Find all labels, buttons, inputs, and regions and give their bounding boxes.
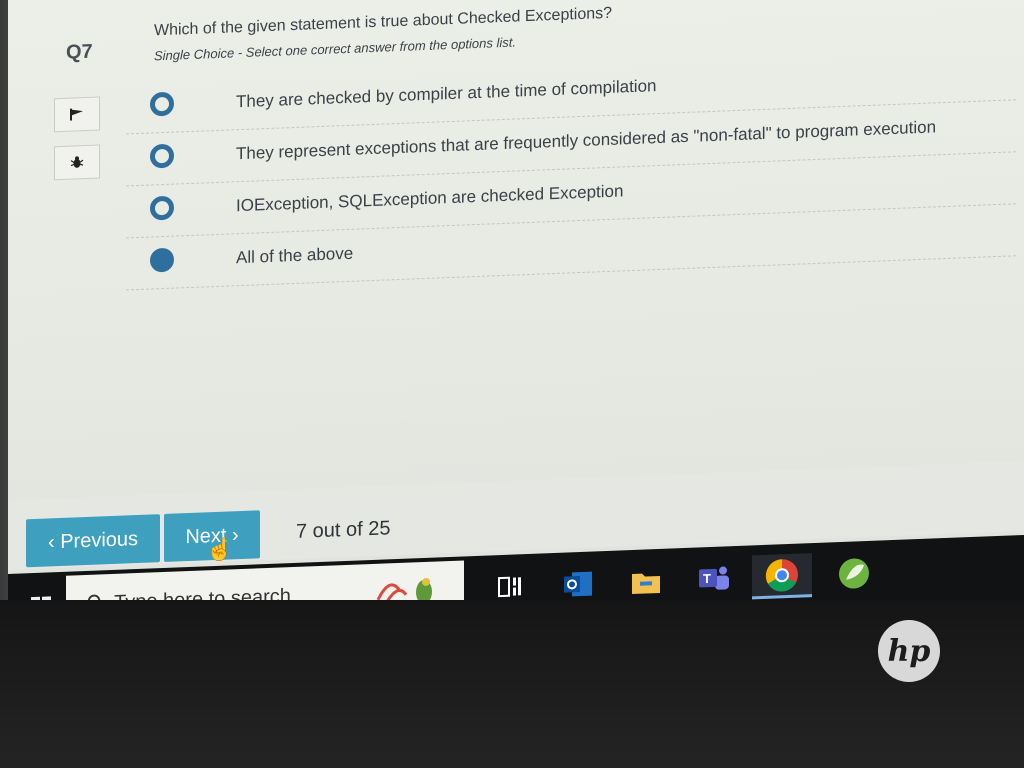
- hand-cursor-icon: ☝: [206, 536, 234, 563]
- radio-button[interactable]: [150, 91, 174, 117]
- file-explorer-button[interactable]: [624, 559, 668, 605]
- screen: Q7 Which of the given statement is true …: [8, 0, 1024, 640]
- flag-icon: [70, 108, 83, 121]
- option-label: All of the above: [236, 243, 354, 268]
- question-instructions: Single Choice - Select one correct answe…: [154, 34, 517, 64]
- svg-text:T: T: [703, 571, 711, 586]
- previous-button[interactable]: ‹ Previous: [26, 514, 160, 568]
- spring-tool-icon: [839, 558, 869, 589]
- question-panel: Q7 Which of the given statement is true …: [8, 0, 1024, 500]
- task-view-icon: [498, 576, 521, 598]
- question-text: Which of the given statement is true abo…: [154, 4, 613, 40]
- teams-icon: T: [699, 566, 729, 590]
- hp-logo: hp: [878, 620, 940, 682]
- teams-button[interactable]: T: [692, 556, 736, 602]
- page-counter: 7 out of 25: [296, 517, 391, 543]
- flag-button[interactable]: [54, 96, 100, 133]
- radio-button[interactable]: [150, 195, 174, 221]
- file-explorer-icon: [632, 573, 660, 595]
- chrome-icon: [765, 558, 798, 592]
- option-label: IOException, SQLException are checked Ex…: [236, 181, 624, 216]
- option-label: They are checked by compiler at the time…: [236, 76, 657, 112]
- bug-icon: [70, 156, 84, 168]
- radio-button-selected[interactable]: [150, 247, 174, 273]
- spring-tool-button[interactable]: [832, 551, 876, 597]
- outlook-icon: [564, 571, 592, 597]
- question-number: Q7: [66, 40, 93, 64]
- radio-button[interactable]: [150, 143, 174, 169]
- report-bug-button[interactable]: [54, 144, 100, 181]
- chrome-button[interactable]: [752, 553, 812, 600]
- laptop-body: [0, 600, 1024, 768]
